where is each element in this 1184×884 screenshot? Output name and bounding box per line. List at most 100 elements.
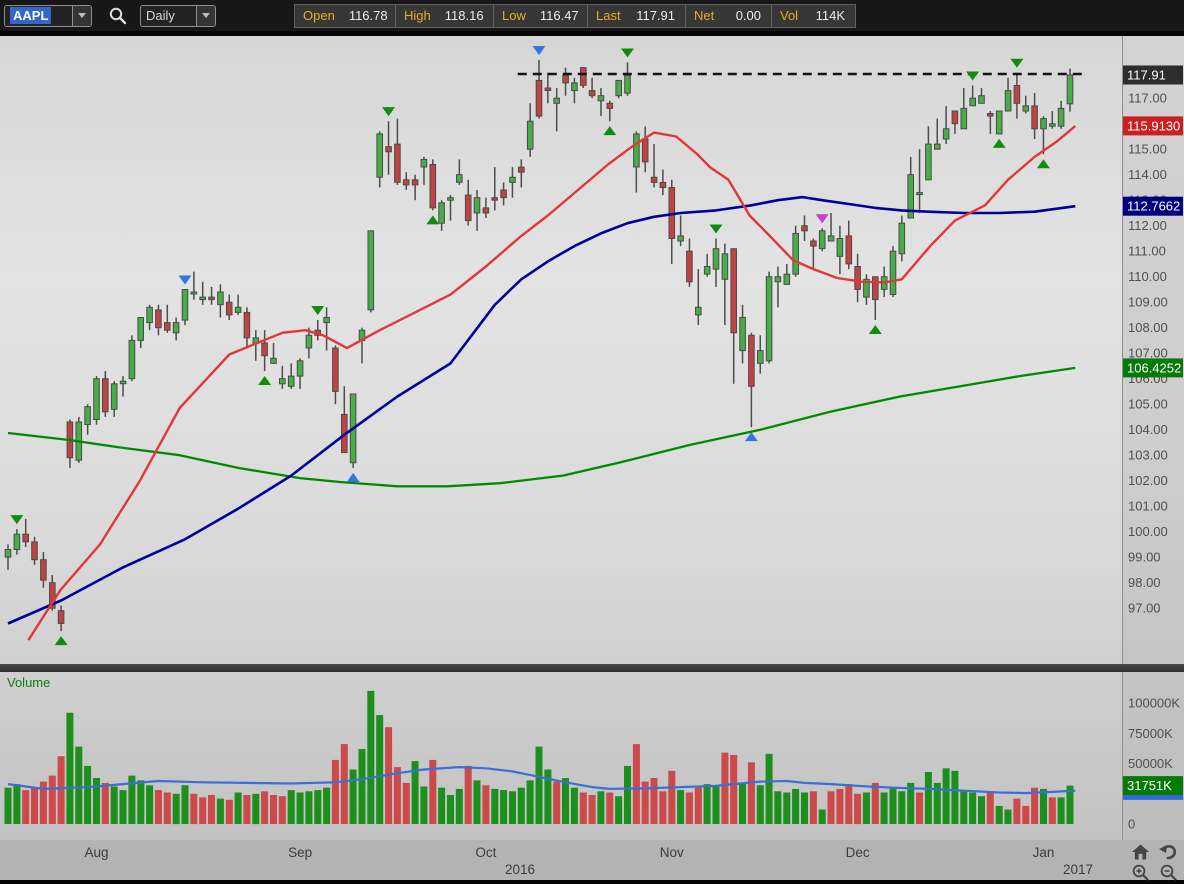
candle-body [987,113,994,117]
quote-vol: Vol 114K [771,4,855,27]
volume-bar [526,780,534,824]
candle-body [323,317,330,324]
quote-high-value: 118.16 [444,8,484,23]
price-value-label-text: 115.9130 [1127,118,1180,133]
volume-bar [889,787,897,824]
symbol-dropdown-button[interactable] [72,5,91,26]
candle-body [102,378,109,413]
candle-body [394,143,401,183]
candle-body [535,79,543,117]
price-tick-label: 101.00 [1128,499,1168,514]
quote-open-value: 116.78 [348,8,388,23]
price-tick-label: 115.00 [1128,142,1167,157]
volume-bar [287,790,295,824]
volume-bar [615,796,623,824]
interval-combo[interactable]: Daily [140,4,216,27]
quote-last-value: 117.91 [636,8,675,23]
symbol-input[interactable]: AAPL [5,6,72,26]
candle-body [765,276,773,362]
volume-bar [862,792,870,824]
search-button[interactable] [104,4,130,28]
interval-dropdown-button[interactable] [196,5,215,26]
candle-body [978,95,985,104]
candle-body [234,306,242,313]
volume-bar [712,785,720,824]
candle-body [703,266,711,275]
candle-body [792,232,800,275]
candle-body [13,533,21,551]
symbol-combo[interactable]: AAPL [4,4,92,27]
interval-value[interactable]: Daily [141,6,196,26]
candle-body [217,291,224,306]
price-tick-label: 110.00 [1128,269,1167,284]
price-tick-label: 111.00 [1128,244,1166,259]
candle-body [473,197,481,214]
candle-body [367,230,375,311]
pivot-marker-green-up [258,376,272,386]
trading-app: AAPL Daily Open 116.78 High 118.16 Low 1… [0,0,1184,884]
quote-strip: Open 116.78 High 118.16 Low 116.47 Last … [294,3,856,28]
moving-averages-layer [7,72,1083,641]
volume-bar [314,790,322,824]
volume-bar [978,796,985,824]
candle-body [146,306,153,324]
candle-body [872,276,879,301]
candles-layer [4,60,1074,632]
volume-bar [181,785,189,824]
volume-bar [349,769,357,824]
candle-body [597,95,605,102]
candle-body [588,90,596,97]
month-tick-label: Nov [660,845,684,860]
volume-tick-label: 0 [1128,817,1135,832]
candle-body [757,350,764,364]
zoom-out-button[interactable] [1154,862,1182,882]
volume-bar [827,791,835,824]
candle-body [951,110,959,125]
candle-body [748,334,755,387]
zoom-in-button[interactable] [1126,862,1154,882]
volume-bar [597,791,605,824]
candle-body [137,317,144,341]
volume-bar [154,790,162,824]
volume-bar [119,790,127,824]
volume-bar [756,785,764,824]
price-tick-label: 117.00 [1128,91,1167,106]
volume-bar [579,792,587,824]
candle-body [641,138,649,163]
quote-last-label: Last [596,8,621,23]
candle-body [491,197,498,201]
volume-bar [278,796,286,824]
pane-separator[interactable] [0,664,1184,672]
volume-tick-label: 50000K [1128,756,1173,771]
volume-bar [951,770,959,824]
candle-body [995,110,1003,135]
volume-bar [66,712,74,824]
volume-bar [624,765,631,824]
volume-bar [730,755,738,824]
price-value-label-text: 106.4252 [1127,360,1181,375]
candle-body [456,174,463,183]
candle-body [721,253,729,280]
candle-body [677,235,684,242]
quote-net-value: 0.00 [735,8,761,23]
quote-last: Last 117.91 [587,4,685,27]
volume-bar [562,778,569,824]
pivot-marker-green-down [966,71,980,81]
price-tick-label: 100.00 [1128,524,1168,539]
candle-body [57,610,65,624]
volume-bar [942,768,950,824]
symbol-input-value[interactable]: AAPL [10,7,52,24]
volume-bar [261,791,269,824]
volume-bar [1022,805,1030,824]
volume-bar [473,780,481,824]
volume-bar [500,790,508,824]
volume-bar [137,780,145,824]
volume-bar [93,778,100,824]
year-tick-label: 2016 [505,862,535,877]
undo-button[interactable] [1154,842,1182,862]
volume-bar [270,795,277,824]
quote-net: Net 0.00 [685,4,771,27]
volume-bar [491,788,499,824]
volume-bar [509,791,516,824]
home-button[interactable] [1126,842,1154,862]
